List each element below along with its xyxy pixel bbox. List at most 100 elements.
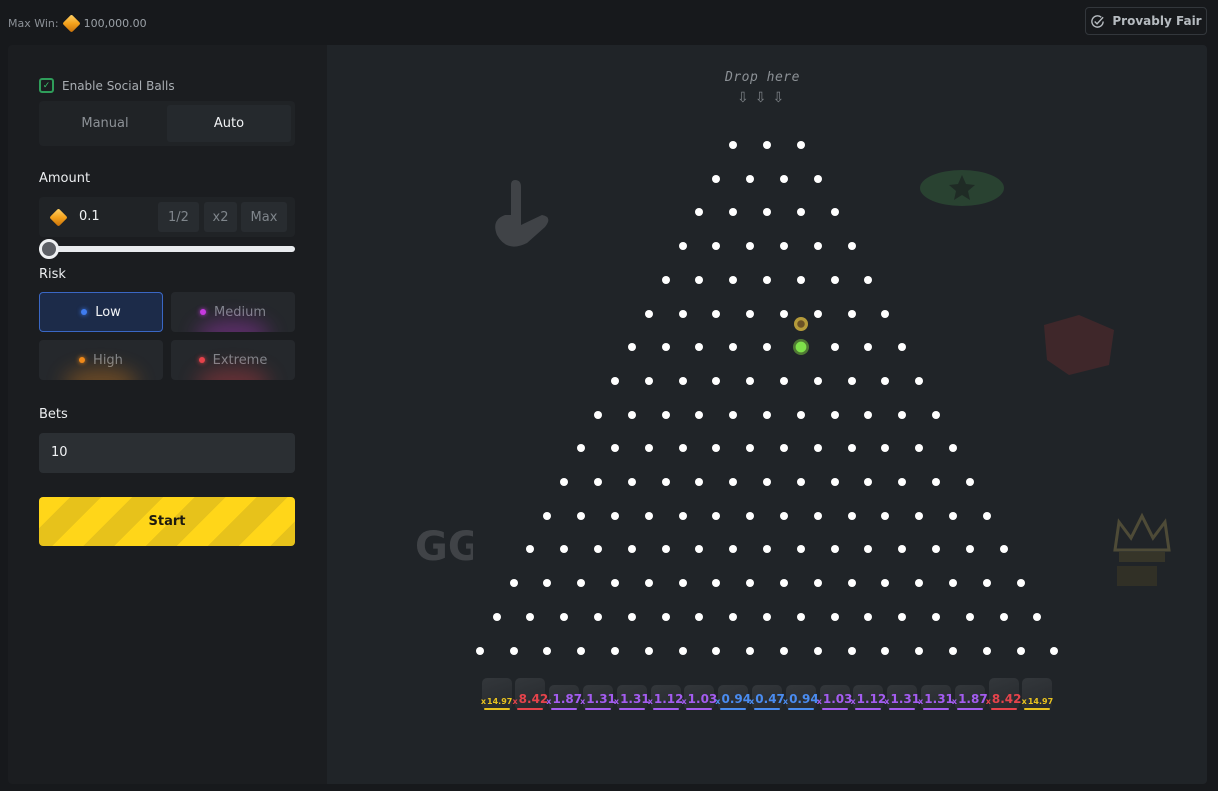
check-circle-icon bbox=[1091, 14, 1105, 28]
multiplier-value: 8.42 bbox=[518, 692, 549, 706]
amount-field[interactable]: 0.1 1/2 x2 Max bbox=[39, 197, 295, 237]
half-button[interactable]: 1/2 bbox=[158, 202, 199, 232]
peg bbox=[712, 511, 721, 520]
checkbox-checked-icon[interactable]: ✓ bbox=[39, 78, 54, 93]
peg bbox=[830, 275, 839, 284]
max-win-label: Max Win: bbox=[8, 17, 59, 30]
multiplier-bucket: x 14.97 bbox=[1021, 678, 1053, 710]
peg bbox=[830, 208, 839, 217]
risk-label-text: High bbox=[93, 352, 123, 368]
multiplier-underline bbox=[821, 708, 848, 710]
multiplier-bucket: x 0.94 bbox=[783, 685, 819, 710]
peg bbox=[678, 444, 687, 453]
peg bbox=[712, 242, 721, 251]
peg bbox=[813, 242, 822, 251]
max-button[interactable]: Max bbox=[241, 202, 287, 232]
multiplier-prefix: x bbox=[951, 697, 958, 706]
peg bbox=[746, 646, 755, 655]
peg bbox=[678, 511, 687, 520]
peg bbox=[594, 612, 602, 621]
provably-fair-label: Provably Fair bbox=[1112, 14, 1202, 28]
risk-option-low[interactable]: Low bbox=[39, 292, 163, 332]
multiplier-value: 0.94 bbox=[721, 692, 752, 706]
max-win: Max Win: 100,000.00 bbox=[8, 14, 147, 33]
multiplier-underline bbox=[618, 708, 645, 710]
social-balls-label: Enable Social Balls bbox=[62, 78, 175, 93]
peg bbox=[779, 646, 788, 655]
multiplier-value: 1.03 bbox=[822, 692, 853, 706]
peg bbox=[560, 478, 569, 486]
peg bbox=[543, 646, 552, 655]
multiplier-value: 1.87 bbox=[958, 692, 988, 706]
peg bbox=[543, 579, 552, 588]
multiplier-underline bbox=[483, 708, 510, 710]
multiplier-bucket: x 1.03 bbox=[817, 685, 853, 710]
peg bbox=[543, 511, 552, 520]
peg bbox=[746, 376, 755, 385]
peg bbox=[695, 208, 704, 217]
amount-slider[interactable] bbox=[39, 239, 295, 259]
multiplier-bucket: x 1.12 bbox=[648, 685, 683, 710]
peg bbox=[982, 646, 991, 655]
multiplier-bucket: x 1.31 bbox=[613, 685, 650, 710]
peg bbox=[830, 478, 839, 486]
drop-arrows-icon: ⇩⇩⇩ bbox=[737, 90, 791, 106]
peg bbox=[779, 511, 788, 520]
multiplier-value: 1.12 bbox=[856, 692, 887, 706]
multiplier-underline bbox=[787, 708, 814, 710]
peg bbox=[915, 376, 924, 385]
multiplier-value: 0.94 bbox=[789, 692, 819, 706]
bets-input[interactable]: 10 bbox=[39, 433, 295, 473]
double-button[interactable]: x2 bbox=[204, 202, 237, 232]
risk-option-medium[interactable]: Medium bbox=[171, 292, 295, 332]
peg bbox=[847, 309, 856, 318]
provably-fair-button[interactable]: Provably Fair bbox=[1085, 7, 1207, 35]
peg bbox=[830, 545, 839, 554]
tab-auto[interactable]: Auto bbox=[167, 105, 291, 142]
peg bbox=[796, 208, 805, 217]
bets-label: Bets bbox=[39, 407, 68, 422]
peg bbox=[729, 275, 738, 284]
amount-value[interactable]: 0.1 bbox=[79, 209, 100, 224]
multiplier-bucket: x 1.03 bbox=[682, 685, 717, 710]
social-ball bbox=[793, 316, 808, 331]
peg bbox=[475, 646, 484, 655]
slider-thumb[interactable] bbox=[39, 239, 59, 259]
tab-manual[interactable]: Manual bbox=[43, 105, 167, 142]
peg bbox=[864, 478, 873, 486]
cap-sticker bbox=[920, 170, 1004, 206]
multiplier-underline bbox=[923, 708, 949, 710]
multiplier-prefix: x bbox=[1021, 697, 1027, 706]
peg bbox=[509, 579, 518, 588]
peg bbox=[779, 242, 788, 251]
multiplier-underline bbox=[551, 708, 578, 710]
peg bbox=[881, 376, 890, 385]
peg bbox=[847, 511, 856, 520]
peg bbox=[729, 141, 738, 149]
peg bbox=[712, 579, 721, 588]
peg bbox=[779, 376, 788, 385]
social-balls-toggle[interactable]: ✓ Enable Social Balls bbox=[39, 78, 175, 93]
bet-sidebar: ✓ Enable Social Balls Manual Auto Amount… bbox=[8, 45, 327, 784]
start-button[interactable]: Start bbox=[39, 497, 295, 546]
risk-label-text: Extreme bbox=[212, 352, 268, 368]
peg bbox=[813, 376, 822, 385]
multiplier-prefix: x bbox=[918, 697, 924, 706]
risk-option-extreme[interactable]: Extreme bbox=[171, 340, 295, 380]
peg bbox=[830, 410, 839, 419]
risk-glow bbox=[195, 368, 271, 380]
peg bbox=[813, 511, 822, 520]
peg bbox=[627, 478, 636, 486]
peg bbox=[729, 545, 738, 554]
peg bbox=[763, 343, 771, 352]
peg bbox=[779, 579, 788, 588]
peg bbox=[847, 444, 856, 453]
multiplier-prefix: x bbox=[613, 697, 620, 706]
peg bbox=[678, 646, 687, 655]
peg bbox=[932, 410, 940, 419]
peg bbox=[695, 343, 704, 352]
risk-option-high[interactable]: High bbox=[39, 340, 163, 380]
graffiti-sticker bbox=[1044, 315, 1114, 375]
peg bbox=[712, 376, 721, 385]
multiplier-prefix: x bbox=[715, 697, 721, 706]
